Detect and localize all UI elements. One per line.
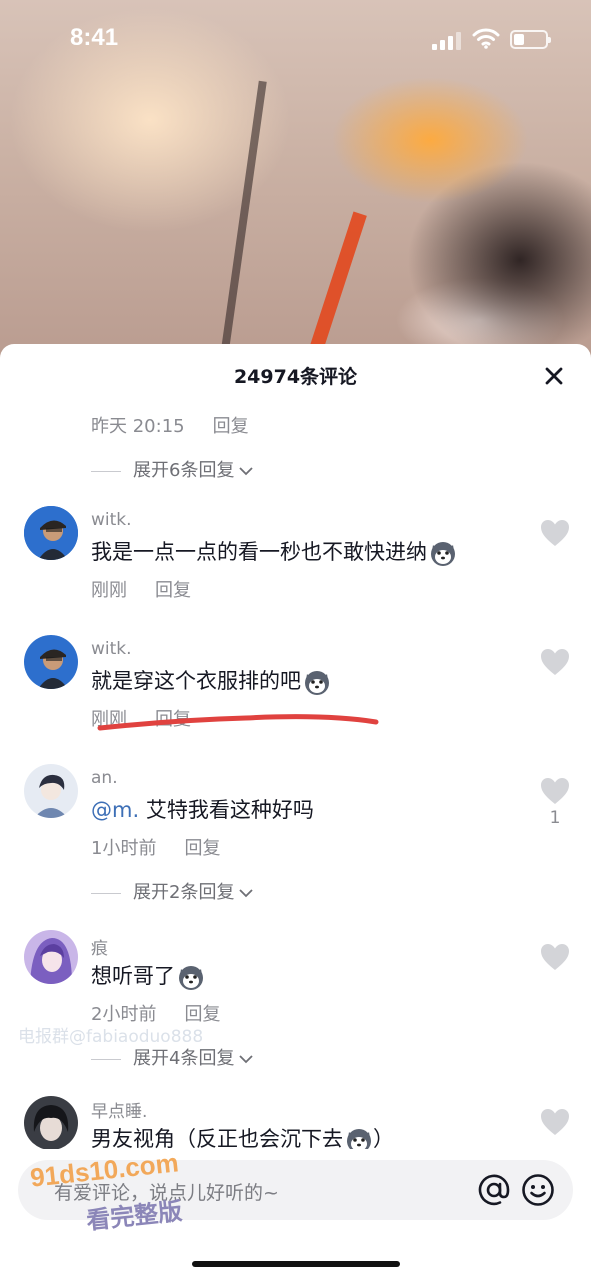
status-bar: 8:41	[0, 0, 591, 80]
comment-sheet: 24974条评论 昨天 20:15 回复 展开6条回复 witk. 我是一点一点…	[0, 344, 591, 1280]
comment-time: 刚刚	[91, 580, 127, 601]
avatar[interactable]	[24, 506, 78, 560]
expand-replies-label: 展开6条回复	[133, 460, 235, 481]
video-scene-element	[221, 80, 267, 350]
chevron-down-icon	[239, 889, 254, 898]
reply-button[interactable]: 回复	[213, 416, 249, 437]
comment-username[interactable]: an.	[91, 768, 118, 788]
battery-icon	[510, 30, 551, 49]
comment-text: @m. 艾特我看这种好吗	[91, 794, 314, 824]
heart-icon[interactable]	[539, 1107, 571, 1137]
chevron-down-icon	[239, 1055, 254, 1064]
expand-replies-button[interactable]: 展开6条回复	[91, 456, 254, 482]
divider	[91, 1058, 121, 1060]
status-time: 8:41	[70, 24, 119, 51]
avatar-image	[24, 1096, 78, 1149]
comment-text-content: 艾特我看这种好吗	[139, 798, 314, 822]
comment-meta: 昨天 20:15 回复	[91, 412, 249, 438]
reply-button[interactable]: 回复	[184, 838, 220, 859]
comment-text: 男友视角（反正也会沉下去 ）	[91, 1123, 394, 1149]
comment-text-content: 我是一点一点的看一秒也不敢快进纳	[91, 540, 427, 564]
comment-time: 1小时前	[91, 838, 157, 859]
husky-emoji-icon	[305, 671, 329, 695]
divider	[91, 892, 121, 894]
comment-text-content: 男友视角（反正也会沉下去	[91, 1127, 343, 1149]
home-indicator	[192, 1261, 400, 1267]
comment-meta: 刚刚 回复	[91, 576, 191, 602]
expand-replies-button[interactable]: 展开2条回复	[91, 878, 254, 904]
avatar[interactable]	[24, 1096, 78, 1149]
heart-icon[interactable]	[539, 647, 571, 677]
avatar[interactable]	[24, 930, 78, 984]
avatar[interactable]	[24, 635, 78, 689]
chevron-down-icon	[239, 467, 254, 476]
avatar[interactable]	[24, 764, 78, 818]
comment-username[interactable]: 痕	[91, 934, 108, 959]
comment-count-title: 24974条评论	[233, 366, 358, 388]
husky-emoji-icon	[431, 542, 455, 566]
heart-icon[interactable]	[539, 518, 571, 548]
sheet-header: 24974条评论	[0, 344, 591, 404]
wifi-icon	[472, 28, 500, 49]
comment-text: 就是穿这个衣服排的吧	[91, 665, 331, 696]
mention-link[interactable]: @m.	[91, 798, 139, 822]
avatar-image	[24, 764, 78, 818]
red-underline-annotation	[97, 714, 379, 731]
avatar-image	[24, 506, 78, 560]
like-count: 1	[549, 808, 561, 828]
heart-icon[interactable]	[539, 776, 571, 806]
video-scene-element	[307, 211, 367, 359]
close-icon[interactable]	[540, 362, 568, 390]
reply-button[interactable]: 回复	[155, 580, 191, 601]
comment-text: 我是一点一点的看一秒也不敢快进纳	[91, 536, 457, 567]
husky-emoji-icon	[347, 1129, 371, 1149]
comment-username[interactable]: 早点睡.	[91, 1097, 147, 1122]
expand-replies-button[interactable]: 展开4条回复	[91, 1044, 254, 1070]
expand-replies-label: 展开4条回复	[133, 1048, 235, 1069]
divider	[91, 470, 121, 472]
comment-text-content: 想听哥了	[91, 964, 175, 988]
emoji-icon[interactable]	[520, 1172, 556, 1208]
comment-text-end: ）	[373, 1127, 394, 1149]
cellular-signal-icon	[432, 30, 462, 50]
comment-text-content: 就是穿这个衣服排的吧	[91, 669, 301, 693]
comment-meta: 1小时前 回复	[91, 834, 220, 860]
husky-emoji-icon	[179, 966, 203, 990]
avatar-image	[24, 930, 78, 984]
comment-username[interactable]: witk.	[91, 639, 132, 659]
comment-text: 想听哥了	[91, 960, 205, 991]
watermark-text: 电报群@fabiaoduo888	[18, 1027, 204, 1047]
comment-time: 昨天 20:15	[91, 416, 185, 437]
expand-replies-label: 展开2条回复	[133, 882, 235, 903]
comment-username[interactable]: witk.	[91, 510, 132, 530]
at-mention-icon[interactable]	[476, 1172, 512, 1208]
heart-icon[interactable]	[539, 942, 571, 972]
avatar-image	[24, 635, 78, 689]
